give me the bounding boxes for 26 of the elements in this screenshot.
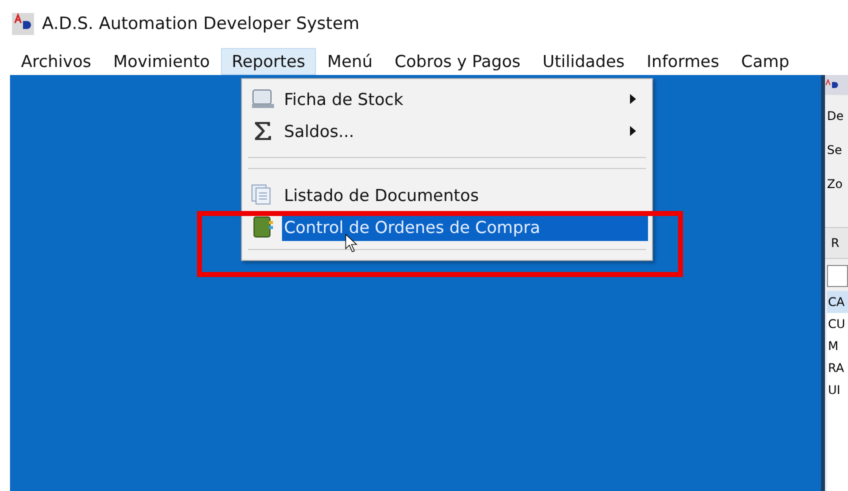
menu-item[interactable]: Informes <box>636 48 730 75</box>
list-item[interactable]: UI <box>827 379 848 401</box>
field-label: Se <box>827 143 842 157</box>
menu-item[interactable]: Cobros y Pagos <box>384 48 532 75</box>
app-logo-icon <box>825 79 839 91</box>
pointer-icon <box>345 233 358 253</box>
field-label: De <box>827 109 844 123</box>
section-label: R <box>831 236 840 250</box>
window-title: A.D.S. Automation Developer System <box>42 14 360 34</box>
list-item[interactable]: M <box>827 335 848 357</box>
dropdown-item[interactable]: Ficha de Stock <box>282 85 624 113</box>
menu-item[interactable]: Menú <box>316 48 384 75</box>
monitor-icon <box>250 87 276 111</box>
field-label: Zo <box>827 177 843 191</box>
menu-item[interactable]: Utilidades <box>532 48 636 75</box>
menu-item[interactable]: Camp <box>730 48 800 75</box>
dropdown-item[interactable]: Listado de Documentos <box>282 181 648 209</box>
dropdown-item[interactable]: Saldos... <box>282 117 624 145</box>
menu-item[interactable]: Reportes <box>220 48 316 75</box>
list-item[interactable]: RA <box>827 357 848 379</box>
menu-item[interactable]: Movimiento <box>102 48 221 75</box>
input-field[interactable] <box>827 265 848 287</box>
list-item[interactable]: CU <box>827 313 848 335</box>
menu-item[interactable]: Archivos <box>10 48 102 75</box>
list-item[interactable]: CA <box>827 291 848 313</box>
app-logo-icon <box>12 13 34 35</box>
